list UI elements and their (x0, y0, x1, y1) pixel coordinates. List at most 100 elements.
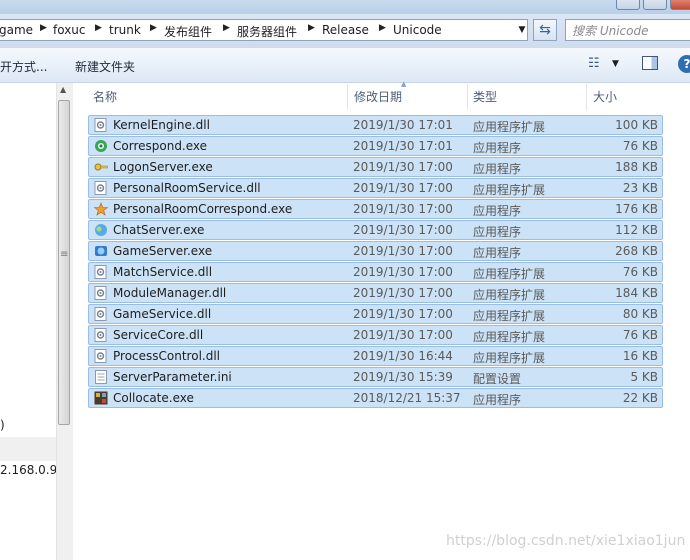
dll-icon (94, 328, 108, 342)
file-date: 2019/1/30 17:00 (353, 202, 453, 216)
globe-exe-icon (94, 244, 108, 258)
navigation-scrollbar-thumb[interactable]: ≡ (58, 100, 70, 425)
file-name: LogonServer.exe (113, 160, 213, 174)
file-date: 2019/1/30 17:00 (353, 181, 453, 195)
file-name: ServerParameter.ini (113, 370, 232, 384)
sort-indicator-icon: ▲ (401, 80, 407, 88)
command-toolbar: 开方式... 新建文件夹 ☷ ▼ ? (0, 48, 690, 83)
column-divider[interactable] (467, 84, 468, 110)
file-date: 2019/1/30 16:44 (353, 349, 453, 363)
column-header-name[interactable]: 名称 (93, 88, 117, 105)
file-name: KernelEngine.dll (113, 118, 210, 132)
new-folder-button[interactable]: 新建文件夹 (75, 58, 135, 75)
file-size: 112 KB (615, 223, 658, 237)
file-name: ServiceCore.dll (113, 328, 204, 342)
breadcrumb-arrow-icon[interactable]: ▶ (223, 23, 230, 33)
file-name: ProcessControl.dll (113, 349, 220, 363)
file-type: 应用程序 (473, 141, 522, 155)
file-row[interactable]: ServerParameter.ini 2019/1/30 15:39 配置设置 5 … (88, 367, 663, 387)
open-with-button[interactable]: 开方式... (0, 58, 47, 75)
file-date: 2019/1/30 17:00 (353, 328, 453, 342)
maximize-button[interactable] (643, 0, 667, 10)
file-type: 应用程序扩展 (473, 351, 546, 365)
file-row[interactable]: PersonalRoomCorrespond.exe 2019/1/30 17:0… (88, 199, 663, 219)
file-row[interactable]: ProcessControl.dll 2019/1/30 16:44 应用程序扩展 1… (88, 346, 663, 366)
nav-item-partial[interactable]: ) (0, 418, 5, 432)
close-button[interactable] (670, 0, 690, 10)
view-options-icon[interactable]: ☷ (588, 56, 600, 71)
column-divider[interactable] (347, 84, 348, 110)
file-date: 2019/1/30 17:00 (353, 265, 453, 279)
breadcrumb-arrow-icon[interactable]: ▶ (40, 23, 47, 33)
address-bar[interactable]: game ▶ foxuc ▶ trunk ▶ 发布组件 ▶ 服务器组件 ▶ Re… (0, 19, 528, 41)
file-row[interactable]: PersonalRoomService.dll 2019/1/30 17:00 应用… (88, 178, 663, 198)
scroll-up-icon[interactable]: ▲ (60, 85, 66, 94)
file-row[interactable]: LogonServer.exe 2019/1/30 17:00 应用程序 188 KB (88, 157, 663, 177)
dll-icon (94, 181, 108, 195)
breadcrumb-arrow-icon[interactable]: ▶ (379, 23, 386, 33)
breadcrumb-game[interactable]: game (0, 23, 33, 37)
breadcrumb-trunk[interactable]: trunk (109, 23, 141, 37)
file-row[interactable]: GameService.dll 2019/1/30 17:00 应用程序扩展 80 K… (88, 304, 663, 324)
file-row[interactable]: Collocate.exe 2018/12/21 15:37 应用程序 22 KB (88, 388, 663, 408)
column-header-date[interactable]: 修改日期 (354, 88, 402, 105)
file-size: 5 KB (630, 370, 658, 384)
minimize-button[interactable] (616, 0, 640, 10)
file-type: 应用程序 (473, 393, 522, 407)
column-header-size[interactable]: 大小 (593, 88, 617, 105)
file-type: 应用程序 (473, 162, 522, 176)
file-name: ModuleManager.dll (113, 286, 227, 300)
file-name: Collocate.exe (113, 391, 194, 405)
key-icon (94, 160, 108, 174)
file-row[interactable]: MatchService.dll 2019/1/30 17:00 应用程序扩展 76 … (88, 262, 663, 282)
column-divider[interactable] (586, 84, 587, 110)
file-date: 2019/1/30 15:39 (353, 370, 453, 384)
breadcrumb-server-components[interactable]: 服务器组件 (237, 23, 297, 40)
file-row[interactable]: ChatServer.exe 2019/1/30 17:00 应用程序 112 KB (88, 220, 663, 240)
file-date: 2019/1/30 17:00 (353, 223, 453, 237)
breadcrumb-unicode[interactable]: Unicode (393, 23, 442, 37)
file-row[interactable]: KernelEngine.dll 2019/1/30 17:01 应用程序扩展 100… (88, 115, 663, 135)
breadcrumb-publish[interactable]: 发布组件 (164, 23, 212, 40)
breadcrumb-foxuc[interactable]: foxuc (53, 23, 86, 37)
file-size: 176 KB (615, 202, 658, 216)
file-type: 应用程序扩展 (473, 120, 546, 134)
file-date: 2019/1/30 17:00 (353, 160, 453, 174)
file-list: KernelEngine.dll 2019/1/30 17:01 应用程序扩展 100… (88, 115, 663, 409)
breadcrumb-arrow-icon[interactable]: ▶ (308, 23, 315, 33)
search-input[interactable]: 搜索 Unicode (565, 19, 690, 41)
file-row[interactable]: ServiceCore.dll 2019/1/30 17:00 应用程序扩展 76 K… (88, 325, 663, 345)
refresh-button[interactable]: ⇆ (533, 19, 557, 41)
file-size: 16 KB (622, 349, 658, 363)
preview-pane-icon[interactable] (642, 56, 658, 70)
file-size: 76 KB (622, 265, 658, 279)
file-name: GameService.dll (113, 307, 212, 321)
nav-selected-band (0, 437, 56, 461)
file-row[interactable]: GameServer.exe 2019/1/30 17:00 应用程序 268 KB (88, 241, 663, 261)
breadcrumb-arrow-icon[interactable]: ▶ (150, 23, 157, 33)
breadcrumb-release[interactable]: Release (322, 23, 369, 37)
file-size: 188 KB (615, 160, 658, 174)
address-dropdown-icon[interactable]: ▼ (514, 19, 530, 39)
file-type: 应用程序扩展 (473, 288, 546, 302)
view-dropdown-icon[interactable]: ▼ (612, 59, 619, 69)
chat-exe-icon (94, 223, 108, 237)
column-header-type[interactable]: 类型 (473, 88, 497, 105)
file-row[interactable]: ModuleManager.dll 2019/1/30 17:00 应用程序扩展 18… (88, 283, 663, 303)
file-size: 268 KB (615, 244, 658, 258)
file-size: 23 KB (622, 181, 658, 195)
dll-icon (94, 265, 108, 279)
file-name: ChatServer.exe (113, 223, 205, 237)
file-row[interactable]: Correspond.exe 2019/1/30 17:01 应用程序 76 KB (88, 136, 663, 156)
file-type: 应用程序 (473, 225, 522, 239)
address-row: game ▶ foxuc ▶ trunk ▶ 发布组件 ▶ 服务器组件 ▶ Re… (0, 14, 690, 48)
file-name: PersonalRoomCorrespond.exe (113, 202, 293, 216)
file-type: 应用程序扩展 (473, 330, 546, 344)
navigation-pane: ) 2.168.0.99 (0, 83, 65, 560)
dll-icon (94, 307, 108, 321)
breadcrumb-arrow-icon[interactable]: ▶ (95, 23, 102, 33)
file-name: MatchService.dll (113, 265, 213, 279)
file-date: 2019/1/30 17:01 (353, 139, 453, 153)
help-icon[interactable]: ? (678, 55, 690, 73)
collocate-exe-icon (94, 391, 108, 405)
